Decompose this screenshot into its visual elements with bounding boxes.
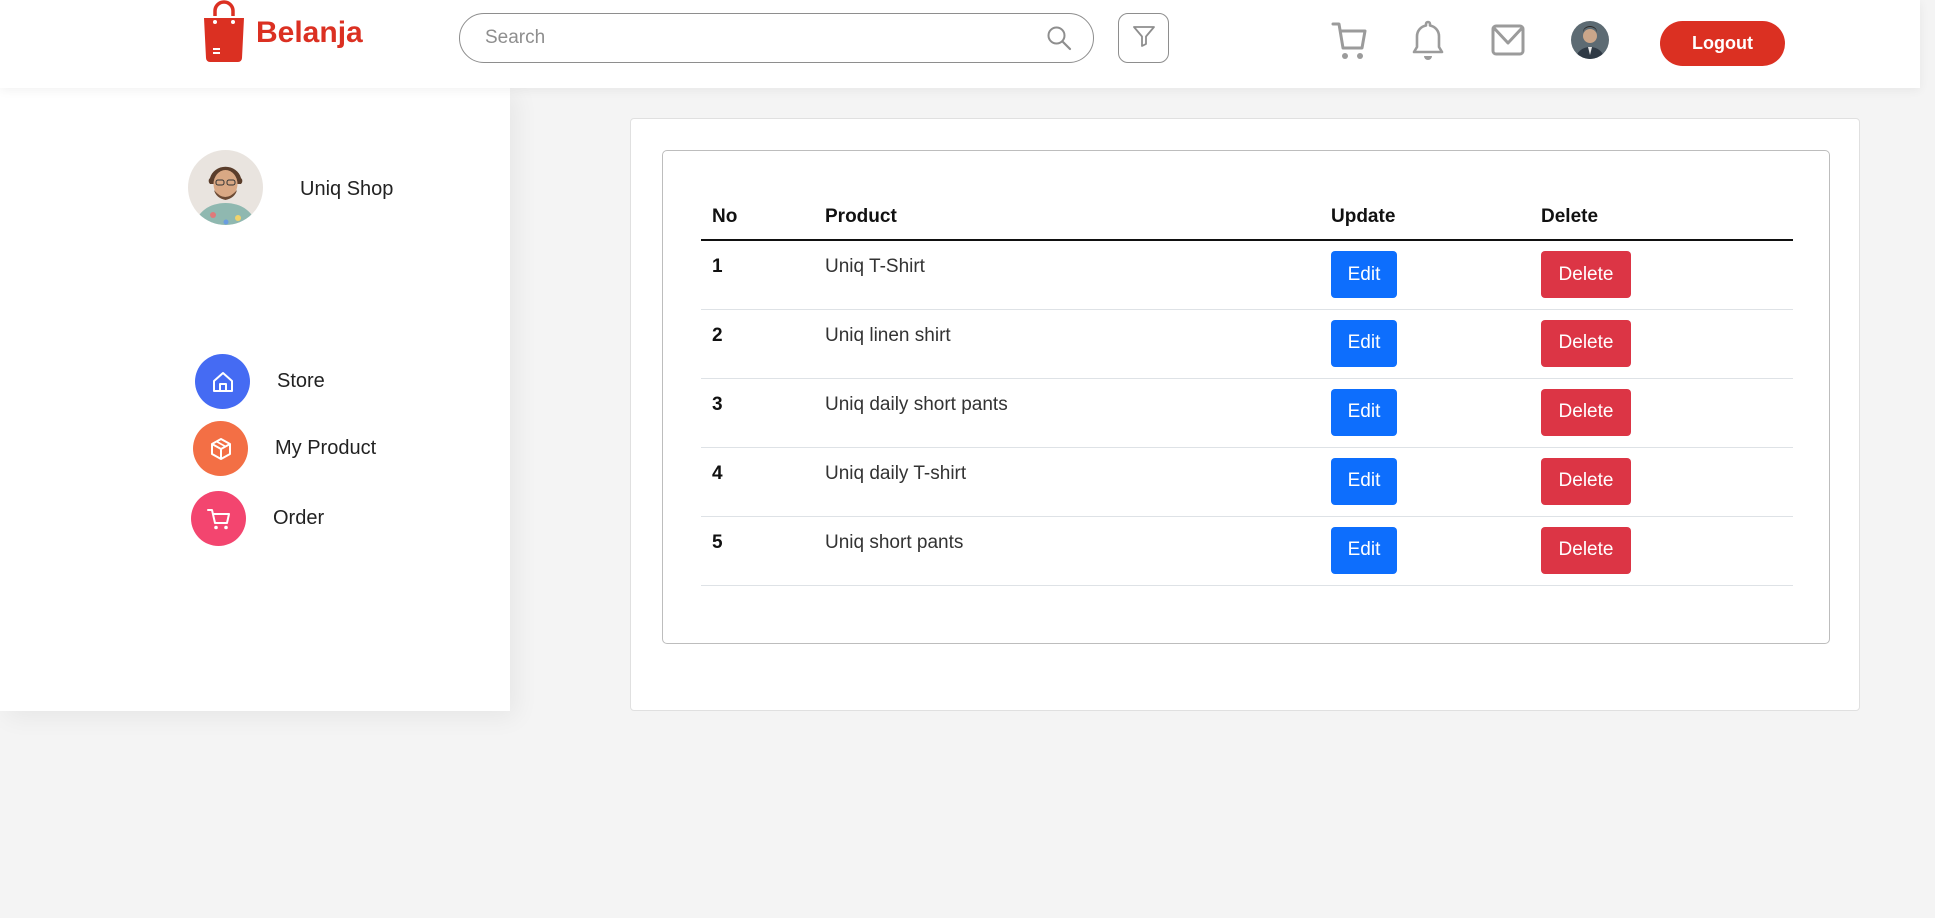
- profile-name: Uniq Shop: [300, 178, 394, 200]
- edit-button[interactable]: Edit: [1331, 457, 1397, 505]
- home-icon: [195, 354, 250, 409]
- sidebar-item-label: My Product: [275, 437, 377, 459]
- profile-avatar: [188, 150, 263, 225]
- column-header-no: No: [701, 195, 814, 241]
- delete-button[interactable]: Delete: [1541, 388, 1631, 436]
- table-row: 3 Uniq daily short pants Edit Delete: [701, 378, 1793, 448]
- sidebar-item-my-product[interactable]: My Product: [193, 421, 376, 476]
- column-header-product: Product: [814, 195, 1320, 241]
- top-navbar: Belanja Search Logout: [0, 0, 1920, 88]
- table-row: 5 Uniq short pants Edit Delete: [701, 516, 1793, 586]
- package-icon: [193, 421, 248, 476]
- notification-button[interactable]: [1408, 20, 1448, 64]
- cart-icon: [1329, 18, 1369, 67]
- row-number: 1: [701, 240, 814, 310]
- main-content-card: No Product Update Delete 1 Uniq T-Shirt …: [630, 118, 1860, 711]
- delete-button[interactable]: Delete: [1541, 319, 1631, 367]
- search-bar: [459, 13, 1094, 63]
- delete-button[interactable]: Delete: [1541, 526, 1631, 574]
- user-avatar[interactable]: [1571, 21, 1609, 59]
- delete-button[interactable]: Delete: [1541, 457, 1631, 505]
- edit-button[interactable]: Edit: [1331, 388, 1397, 436]
- sidebar-item-order[interactable]: Order: [191, 491, 324, 546]
- shopping-bag-icon: [200, 0, 248, 67]
- product-name: Uniq daily short pants: [814, 378, 1320, 448]
- brand-name: Belanja: [256, 16, 363, 49]
- logout-button[interactable]: Logout: [1660, 21, 1785, 66]
- column-header-delete: Delete: [1530, 195, 1793, 241]
- filter-icon: [1131, 23, 1157, 54]
- row-number: 3: [701, 378, 814, 448]
- edit-button[interactable]: Edit: [1331, 526, 1397, 574]
- sidebar-item-store[interactable]: Store: [195, 354, 325, 409]
- messages-button[interactable]: [1488, 20, 1528, 64]
- table-header-row: No Product Update Delete: [701, 195, 1793, 241]
- sidebar: Uniq Shop Store My Product Order: [0, 88, 510, 711]
- bell-icon: [1408, 18, 1448, 67]
- product-name: Uniq linen shirt: [814, 309, 1320, 379]
- product-table-card: No Product Update Delete 1 Uniq T-Shirt …: [662, 150, 1830, 644]
- column-header-update: Update: [1320, 195, 1530, 241]
- table-row: 4 Uniq daily T-shirt Edit Delete: [701, 447, 1793, 517]
- delete-button[interactable]: Delete: [1541, 251, 1631, 298]
- filter-button[interactable]: [1118, 13, 1169, 63]
- cart-icon: [191, 491, 246, 546]
- brand-logo[interactable]: Belanja: [200, 0, 363, 66]
- sidebar-item-label: Store: [277, 370, 325, 392]
- product-name: Uniq short pants: [814, 516, 1320, 586]
- edit-button[interactable]: Edit: [1331, 251, 1397, 298]
- edit-button[interactable]: Edit: [1331, 319, 1397, 367]
- table-row: 2 Uniq linen shirt Edit Delete: [701, 309, 1793, 379]
- row-number: 5: [701, 516, 814, 586]
- mail-icon: [1488, 18, 1528, 67]
- row-number: 2: [701, 309, 814, 379]
- product-name: Uniq daily T-shirt: [814, 447, 1320, 517]
- cart-button[interactable]: [1329, 20, 1369, 64]
- product-table: No Product Update Delete 1 Uniq T-Shirt …: [701, 195, 1793, 586]
- search-input[interactable]: [485, 27, 1045, 49]
- search-icon[interactable]: [1045, 24, 1073, 52]
- row-number: 4: [701, 447, 814, 517]
- table-row: 1 Uniq T-Shirt Edit Delete: [701, 240, 1793, 310]
- sidebar-item-label: Order: [273, 507, 325, 529]
- product-name: Uniq T-Shirt: [814, 240, 1320, 310]
